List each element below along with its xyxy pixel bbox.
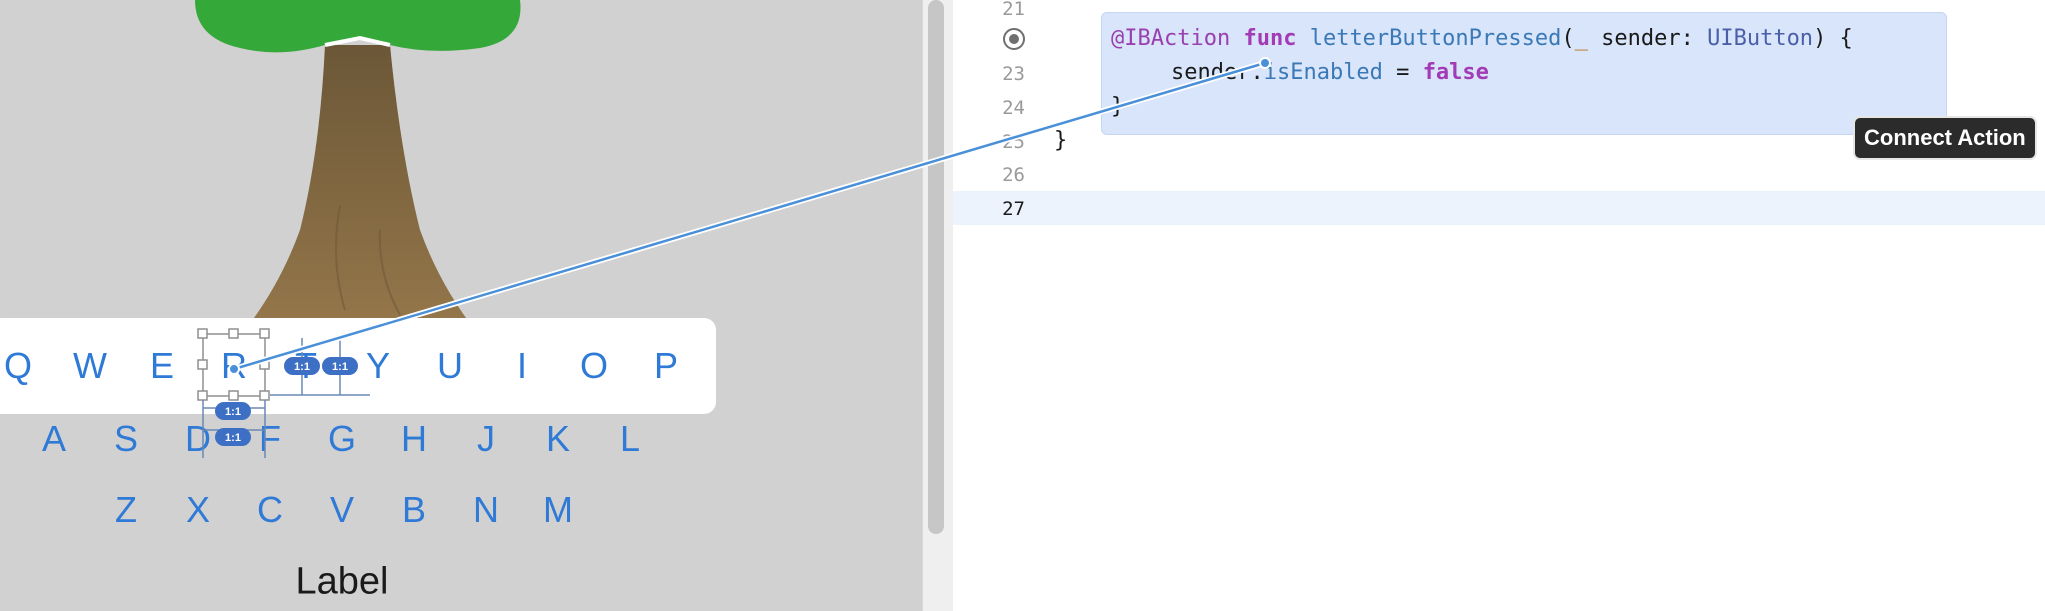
key-button-l[interactable]: L — [600, 409, 660, 469]
line-number-current: 27 — [1002, 198, 1025, 220]
line-number: 21 — [1002, 0, 1025, 20]
code-punct: ) { — [1813, 26, 1853, 51]
key-button-o[interactable]: O — [564, 336, 624, 396]
key-button-j[interactable]: J — [456, 409, 516, 469]
scrollbar-thumb[interactable] — [928, 0, 944, 534]
code-line-24[interactable]: } — [1111, 94, 1124, 119]
line-number: 26 — [1002, 164, 1025, 186]
code-line-22[interactable]: @IBAction func letterButtonPressed(_ sen… — [1111, 26, 1853, 51]
code-line-23[interactable]: sender.isEnabled = false — [1171, 60, 1489, 85]
storyboard-canvas[interactable]: QWERTYUIOP ASDFGHJKL ZXCVBNM Label — [0, 0, 922, 611]
key-button-n[interactable]: N — [456, 480, 516, 540]
code-attribute: @IBAction — [1111, 26, 1231, 51]
code-punct: ( — [1561, 26, 1575, 51]
code-identifier: sender. — [1171, 60, 1264, 85]
key-button-d[interactable]: D — [168, 409, 228, 469]
key-button-e[interactable]: E — [132, 336, 192, 396]
line-number: 24 — [1002, 97, 1025, 119]
key-button-p[interactable]: P — [636, 336, 696, 396]
connect-action-tooltip: Connect Action — [1853, 116, 2037, 160]
code-property: isEnabled — [1263, 60, 1383, 85]
key-button-f[interactable]: F — [240, 409, 300, 469]
code-operator: = — [1382, 60, 1423, 85]
key-button-c[interactable]: C — [240, 480, 300, 540]
current-line-highlight — [953, 191, 2045, 225]
key-button-z[interactable]: Z — [96, 480, 156, 540]
code-function-name: letterButtonPressed — [1309, 26, 1562, 51]
code-type: UIButton — [1707, 26, 1814, 51]
code-keyword: func — [1243, 26, 1297, 51]
key-button-h[interactable]: H — [384, 409, 444, 469]
line-number: 23 — [1002, 63, 1025, 85]
key-button-k[interactable]: K — [528, 409, 588, 469]
key-button-y[interactable]: Y — [348, 336, 408, 396]
label-view[interactable]: Label — [296, 561, 389, 604]
key-button-r[interactable]: R — [204, 336, 264, 396]
key-button-g[interactable]: G — [312, 409, 372, 469]
key-button-m[interactable]: M — [528, 480, 588, 540]
code-param: sender: — [1587, 26, 1708, 51]
key-button-q[interactable]: Q — [0, 336, 48, 396]
code-underscore: _ — [1574, 26, 1588, 51]
line-number: 25 — [1002, 131, 1025, 153]
code-line-25[interactable]: } — [1054, 128, 1067, 153]
key-button-w[interactable]: W — [60, 336, 120, 396]
key-button-a[interactable]: A — [24, 409, 84, 469]
key-button-b[interactable]: B — [384, 480, 444, 540]
key-button-s[interactable]: S — [96, 409, 156, 469]
key-button-u[interactable]: U — [420, 336, 480, 396]
code-keyword: false — [1422, 60, 1489, 85]
key-button-i[interactable]: I — [492, 336, 552, 396]
key-button-t[interactable]: T — [276, 336, 336, 396]
key-button-x[interactable]: X — [168, 480, 228, 540]
key-button-v[interactable]: V — [312, 480, 372, 540]
connection-indicator-icon[interactable] — [1003, 28, 1025, 50]
